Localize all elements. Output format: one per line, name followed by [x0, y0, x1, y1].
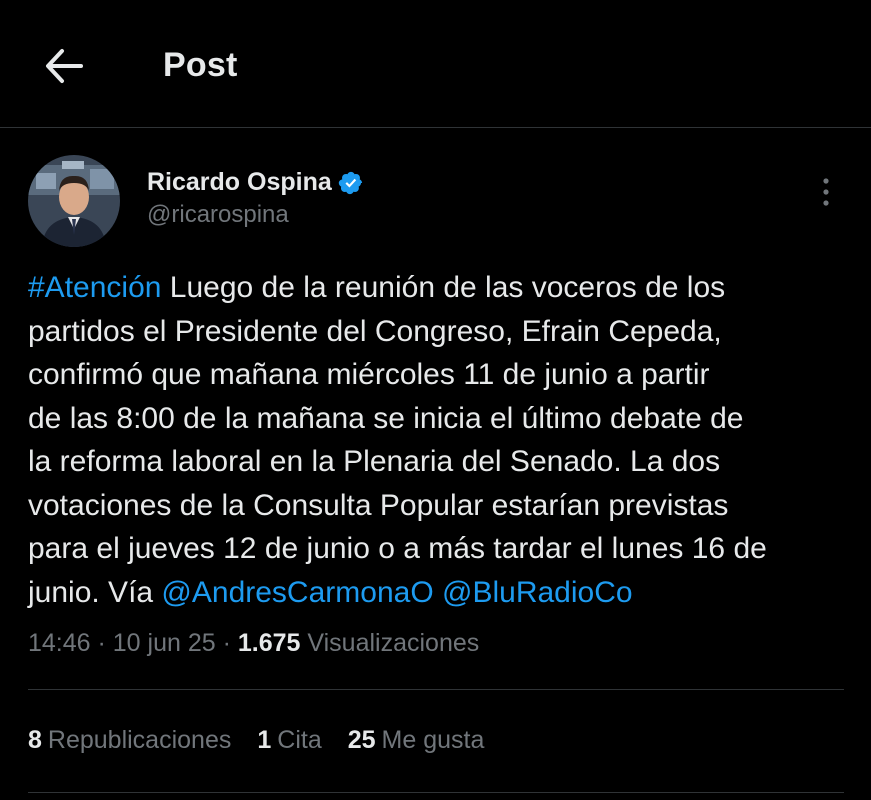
- more-vertical-icon: [823, 178, 829, 206]
- post-text-segment: junio. Vía: [28, 575, 162, 609]
- post-text-line-3: confirmó que mañana miércoles 11 de juni…: [28, 358, 710, 391]
- reposts-count: 8: [28, 726, 42, 754]
- mention-link[interactable]: @AndresCarmonaO: [161, 576, 433, 609]
- page-title: Post: [163, 46, 238, 84]
- author-handle[interactable]: @ricarospina: [147, 201, 289, 229]
- views-label: Visualizaciones: [300, 629, 480, 657]
- quotes-count: 1: [257, 726, 272, 754]
- meta-separator: ·: [90, 629, 113, 657]
- post-text-line-7: para el jueves 12 de junio o a más tarda…: [28, 532, 767, 565]
- post-text-line-5: la reforma laboral en la Plenaria del Se…: [28, 445, 721, 478]
- avatar[interactable]: [28, 155, 120, 247]
- post-text-line-4: de las 8:00 de la mañana se inicia el úl…: [28, 401, 744, 435]
- hashtag-link[interactable]: #Atención: [28, 271, 161, 304]
- verified-badge-icon: [338, 171, 362, 194]
- views-count: 1.675: [237, 629, 301, 657]
- post-text-line-2: partidos el Presidente del Congreso, Efr…: [28, 314, 722, 348]
- arrow-left-icon: [46, 49, 83, 83]
- back-button[interactable]: [38, 40, 90, 92]
- top-bar: Post: [0, 0, 871, 127]
- post-time[interactable]: 14:46: [28, 629, 91, 657]
- meta-divider: [28, 689, 844, 690]
- post-text-line-1: #Atención Luego de la reunión de las voc…: [28, 266, 848, 310]
- mention-link[interactable]: @BluRadioCo: [442, 576, 633, 609]
- stats-divider: [28, 792, 844, 793]
- more-options-button[interactable]: [806, 170, 846, 214]
- reposts-label: Republicaciones: [47, 726, 232, 754]
- author-name-text: Ricardo Ospina: [147, 168, 332, 196]
- avatar-image: [28, 155, 120, 247]
- post-stats: 8 Republicaciones 1 Cita 25 Me gusta: [28, 726, 510, 755]
- likes-stat[interactable]: 25 Me gusta: [348, 726, 485, 755]
- post-meta: 14:46 · 10 jun 25 · 1.675 Visualizacione…: [28, 629, 479, 658]
- likes-label: Me gusta: [381, 726, 485, 754]
- post-text-segment: Luego de la reunión de las voceros de lo…: [161, 271, 726, 304]
- reposts-stat[interactable]: 8 Republicaciones: [28, 726, 231, 755]
- post-text-line-8: junio. Vía @AndresCarmonaO @BluRadioCo: [28, 571, 848, 615]
- post-text-line-6: votaciones de la Consulta Popular estarí…: [28, 488, 729, 522]
- quotes-stat[interactable]: 1 Cita: [257, 726, 321, 755]
- header-divider: [0, 127, 871, 128]
- likes-count: 25: [347, 726, 376, 754]
- post-date[interactable]: 10 jun 25: [113, 629, 216, 657]
- quotes-label: Cita: [277, 726, 322, 754]
- post-text: #Atención Luego de la reunión de las voc…: [28, 266, 848, 614]
- author-name[interactable]: Ricardo Ospina: [147, 168, 364, 197]
- meta-separator: ·: [215, 629, 238, 657]
